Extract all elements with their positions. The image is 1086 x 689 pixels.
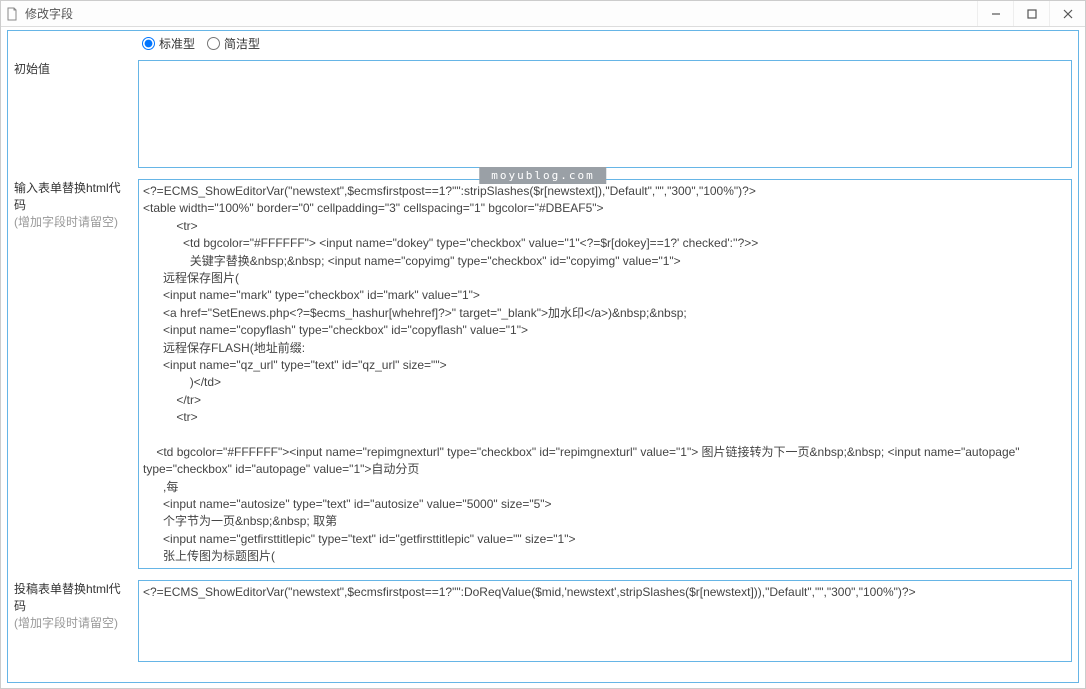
row-post-replace: 投稿表单替换html代码 (增加字段时请留空): [8, 576, 1078, 669]
input-replace-textarea[interactable]: [138, 179, 1072, 569]
form-frame: 标准型 简洁型 初始值: [7, 30, 1079, 683]
close-button[interactable]: [1049, 1, 1085, 26]
radio-standard[interactable]: 标准型: [142, 35, 195, 52]
window-controls: [977, 1, 1085, 26]
minimize-button[interactable]: [977, 1, 1013, 26]
post-replace-label-cell: 投稿表单替换html代码 (增加字段时请留空): [8, 576, 132, 669]
initial-label: 初始值: [8, 56, 132, 175]
row-input-replace: 输入表单替换html代码 (增加字段时请留空): [8, 175, 1078, 576]
field-form-table: 标准型 简洁型 初始值: [8, 31, 1078, 669]
maximize-button[interactable]: [1013, 1, 1049, 26]
row-type: 标准型 简洁型: [8, 31, 1078, 56]
window-title: 修改字段: [25, 5, 73, 22]
type-label-cell: [8, 31, 132, 56]
type-radio-group: 标准型 简洁型: [138, 35, 1072, 52]
initial-textarea[interactable]: [138, 60, 1072, 168]
radio-simple-label: 简洁型: [224, 35, 260, 52]
post-replace-textarea[interactable]: [138, 580, 1072, 662]
input-replace-value-cell: [132, 175, 1078, 576]
content-area: moyublog.com 标准型 简洁型: [1, 27, 1085, 688]
input-replace-note: (增加字段时请留空): [14, 215, 118, 229]
initial-value-cell: [132, 56, 1078, 175]
post-replace-note: (增加字段时请留空): [14, 616, 118, 630]
radio-standard-label: 标准型: [159, 35, 195, 52]
row-initial: 初始值: [8, 56, 1078, 175]
titlebar: 修改字段: [1, 1, 1085, 27]
post-replace-label: 投稿表单替换html代码: [14, 582, 121, 613]
input-replace-label-cell: 输入表单替换html代码 (增加字段时请留空): [8, 175, 132, 576]
post-replace-value-cell: [132, 576, 1078, 669]
app-window: 修改字段 moyublog.com: [0, 0, 1086, 689]
input-replace-label: 输入表单替换html代码: [14, 181, 121, 212]
type-value-cell: 标准型 简洁型: [132, 31, 1078, 56]
document-icon: [5, 7, 19, 21]
radio-simple-input[interactable]: [207, 37, 220, 50]
radio-standard-input[interactable]: [142, 37, 155, 50]
radio-simple[interactable]: 简洁型: [207, 35, 260, 52]
